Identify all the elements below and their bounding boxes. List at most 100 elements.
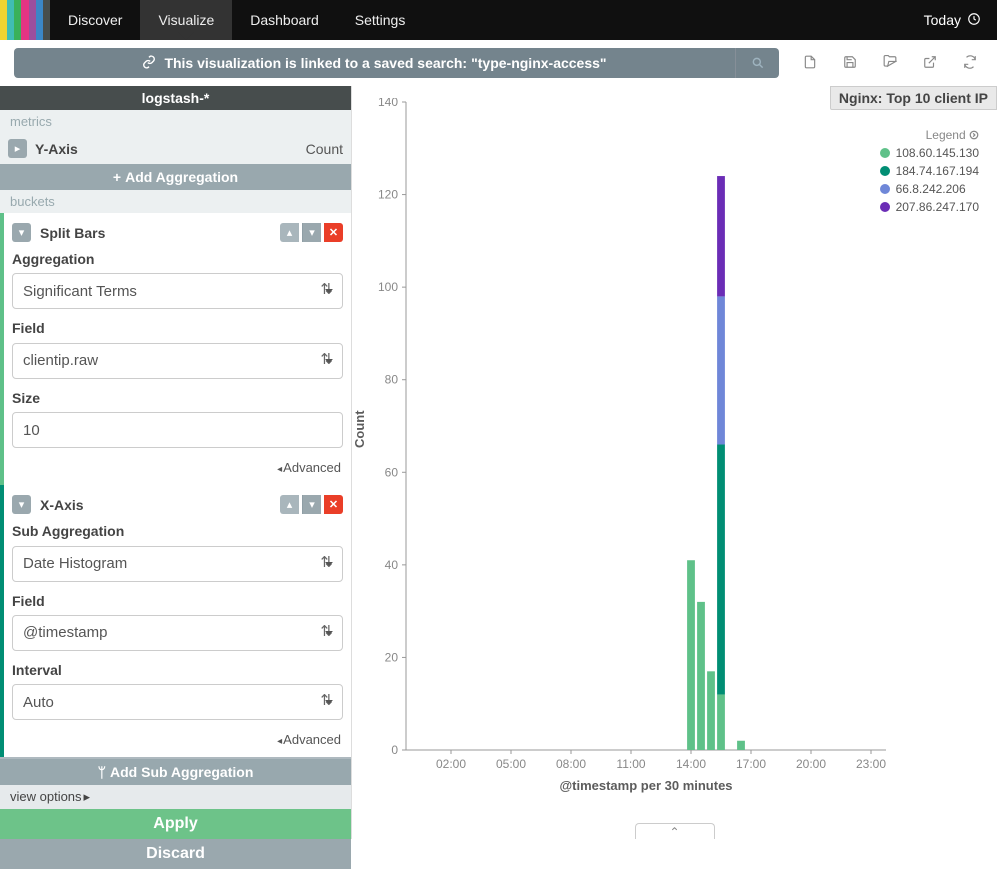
chart-area: Legend 108.60.145.130 184.74.167.194 66.8.… <box>356 98 989 839</box>
svg-text:17:00: 17:00 <box>736 757 766 771</box>
yaxis-label: Y-Axis <box>35 141 78 157</box>
size-input[interactable] <box>12 412 343 448</box>
banner-text-query: "type-nginx-access" <box>471 55 606 71</box>
field-select-wrap: clientip.raw ⇅ <box>12 343 343 379</box>
aggregation-label: Aggregation <box>12 252 343 267</box>
svg-text:08:00: 08:00 <box>556 757 586 771</box>
top-nav: DiscoverVisualizeDashboardSettings Today <box>0 0 997 40</box>
move-down-icon[interactable]: ▾ <box>302 223 321 242</box>
advanced-toggle-2[interactable]: ◂Advanced <box>12 732 341 747</box>
view-options-toggle[interactable]: view options▸ <box>0 785 351 809</box>
svg-text:60: 60 <box>385 465 399 479</box>
svg-text:@timestamp per 30 minutes: @timestamp per 30 minutes <box>559 778 732 793</box>
chart-svg: 0 20 40 60 80 100 120 140 02:00 05:00 08:00 11:00 14… <box>366 98 896 798</box>
yaxis-metric-row[interactable]: ▸ Y-Axis Count <box>0 133 351 164</box>
size-input-wrap <box>12 412 343 448</box>
split-bars-panel: ▾ Split Bars ▴ ▾ ✕ Aggregation Significa… <box>0 213 351 485</box>
split-bars-header: ▾ Split Bars ▴ ▾ ✕ <box>12 223 343 242</box>
info-bar: This visualization is linked to a saved … <box>0 40 997 86</box>
nav-item-dashboard[interactable]: Dashboard <box>232 0 337 40</box>
svg-text:11:00: 11:00 <box>616 757 645 771</box>
chevron-right-icon[interactable]: ▸ <box>8 139 27 158</box>
sidebar: logstash-* metrics ▸ Y-Axis Count +Add A… <box>0 86 352 839</box>
nav-item-discover[interactable]: Discover <box>50 0 140 40</box>
svg-text:120: 120 <box>378 188 398 202</box>
svg-text:05:00: 05:00 <box>496 757 526 771</box>
y-axis-label: Count <box>352 410 367 448</box>
move-down-icon[interactable]: ▾ <box>302 495 321 514</box>
xaxis-header: ▾ X-Axis ▴ ▾ ✕ <box>12 495 343 514</box>
svg-text:80: 80 <box>385 373 399 387</box>
apply-button[interactable]: Apply <box>0 809 351 839</box>
add-aggregation-button[interactable]: +Add Aggregation <box>0 164 351 190</box>
legend-label: 207.86.247.170 <box>896 200 979 214</box>
chevron-down-icon[interactable]: ▾ <box>12 223 31 242</box>
svg-text:14:00: 14:00 <box>676 757 706 771</box>
size-label: Size <box>12 391 343 406</box>
chevron-down-icon[interactable]: ▾ <box>12 495 31 514</box>
metrics-section-title: metrics <box>0 110 351 133</box>
toolbar <box>779 48 983 78</box>
svg-text:23:00: 23:00 <box>856 757 886 771</box>
split-bars-title: Split Bars <box>40 225 105 241</box>
field-select-2[interactable]: @timestamp <box>12 615 343 651</box>
main-panel: Nginx: Top 10 client IP Legend 108.60.14… <box>352 86 997 839</box>
svg-text:02:00: 02:00 <box>436 757 466 771</box>
legend-label: 66.8.242.206 <box>896 182 966 196</box>
share-icon[interactable] <box>923 55 937 72</box>
field-label-2: Field <box>12 594 343 609</box>
triangle-left-icon: ◂ <box>277 464 282 475</box>
aggregation-select-wrap: Significant Terms ⇅ <box>12 273 343 309</box>
link-icon <box>142 55 156 72</box>
index-pattern-header[interactable]: logstash-* <box>0 86 351 110</box>
time-picker[interactable]: Today <box>924 0 997 40</box>
chevron-right-icon: ▸ <box>84 789 91 804</box>
aggregation-select[interactable]: Significant Terms <box>12 273 343 309</box>
svg-text:40: 40 <box>385 558 399 572</box>
open-icon[interactable] <box>883 55 897 72</box>
collapse-handle-icon[interactable]: ⌃ <box>635 823 715 839</box>
svg-text:20: 20 <box>385 650 399 664</box>
banner-text-prefix: This visualization is linked to a saved … <box>164 55 467 71</box>
add-sub-aggregation-button[interactable]: ᛘAdd Sub Aggregation <box>0 757 351 785</box>
sub-aggregation-label: Sub Aggregation <box>12 524 343 539</box>
svg-text:100: 100 <box>378 280 398 294</box>
buckets-section-title: buckets <box>0 190 351 213</box>
svg-text:140: 140 <box>378 98 398 109</box>
brand-stripe <box>0 0 50 40</box>
plus-icon: + <box>113 169 121 185</box>
new-icon[interactable] <box>803 55 817 72</box>
svg-text:0: 0 <box>391 743 398 757</box>
xaxis-title: X-Axis <box>40 497 84 513</box>
field-select[interactable]: clientip.raw <box>12 343 343 379</box>
subbucket-icon: ᛘ <box>98 764 106 780</box>
legend-collapse-icon <box>969 130 979 140</box>
close-icon[interactable]: ✕ <box>324 495 343 514</box>
interval-select[interactable]: Auto <box>12 684 343 720</box>
move-up-icon[interactable]: ▴ <box>280 223 299 242</box>
xaxis-panel: ▾ X-Axis ▴ ▾ ✕ Sub Aggregation Date Hist… <box>0 485 351 757</box>
yaxis-value: Count <box>306 141 343 157</box>
field-label: Field <box>12 321 343 336</box>
search-icon[interactable] <box>735 48 779 78</box>
move-up-icon[interactable]: ▴ <box>280 495 299 514</box>
legend-label: 108.60.145.130 <box>896 146 979 160</box>
nav-item-visualize[interactable]: Visualize <box>140 0 232 40</box>
advanced-toggle[interactable]: ◂Advanced <box>12 460 341 475</box>
close-icon[interactable]: ✕ <box>324 223 343 242</box>
content: logstash-* metrics ▸ Y-Axis Count +Add A… <box>0 86 997 839</box>
svg-text:20:00: 20:00 <box>796 757 826 771</box>
save-icon[interactable] <box>843 55 857 72</box>
legend-label: 184.74.167.194 <box>896 164 979 178</box>
clock-icon <box>967 12 981 29</box>
time-label: Today <box>924 12 961 28</box>
nav-item-settings[interactable]: Settings <box>337 0 424 40</box>
nav-items: DiscoverVisualizeDashboardSettings <box>50 0 423 40</box>
interval-label: Interval <box>12 663 343 678</box>
triangle-left-icon: ◂ <box>277 736 282 747</box>
refresh-icon[interactable] <box>963 55 977 72</box>
legend-toggle[interactable]: Legend <box>926 128 979 142</box>
saved-search-banner: This visualization is linked to a saved … <box>14 48 735 78</box>
discard-button[interactable]: Discard <box>0 839 351 869</box>
sub-aggregation-select[interactable]: Date Histogram <box>12 546 343 582</box>
